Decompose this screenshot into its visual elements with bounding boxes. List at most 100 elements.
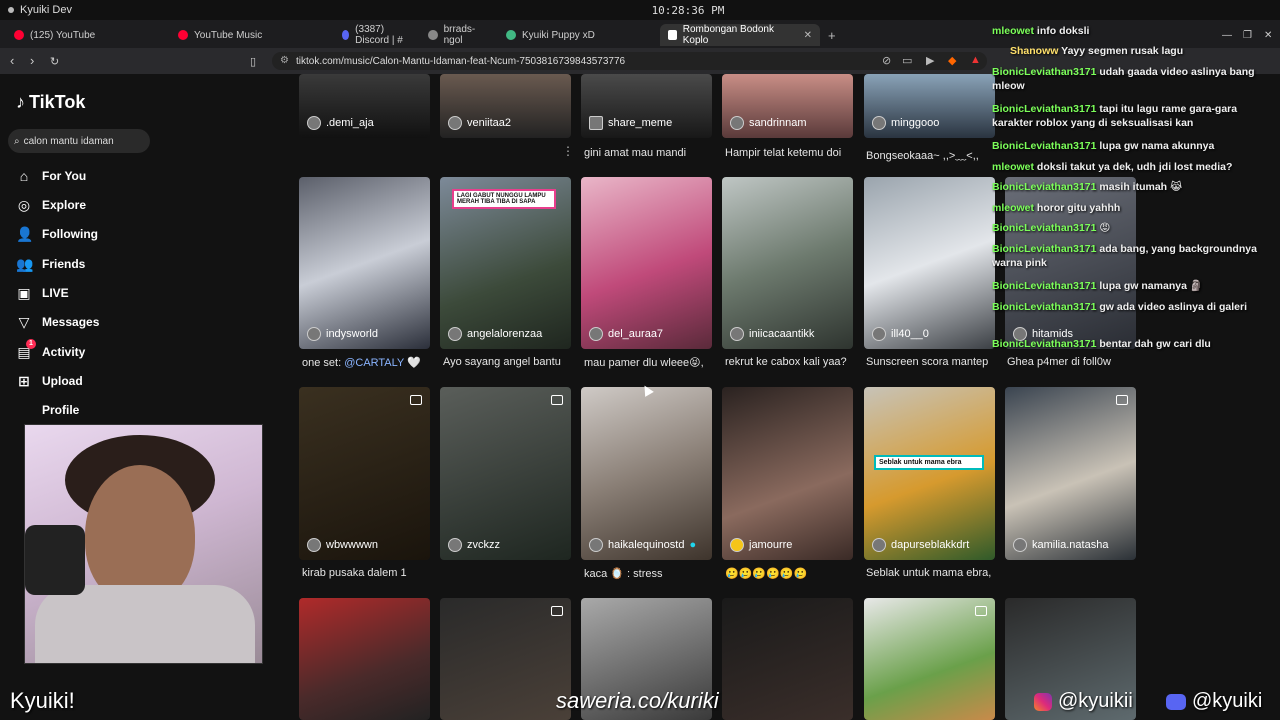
video-card[interactable]: share_meme	[581, 74, 712, 138]
discord-icon	[342, 30, 350, 40]
avatar	[307, 327, 321, 341]
video-card[interactable]: jamourre	[722, 387, 853, 560]
video-user: iniicacaantikk	[730, 327, 814, 341]
video-card[interactable]	[722, 598, 853, 720]
nav-upload[interactable]: ⊞ Upload	[16, 371, 83, 391]
tab-youtube-music[interactable]: YouTube Music	[170, 24, 330, 46]
nav-following[interactable]: 👤 Following	[16, 224, 98, 244]
chat-message: BionicLeviathan3171 ada bang, yang backg…	[992, 243, 1257, 269]
video-user: zvckzz	[448, 538, 500, 552]
video-card[interactable]: iniicacaantikk	[722, 177, 853, 349]
verified-icon: ●	[689, 539, 697, 551]
video-caption: Bongseokaaa~ ,,>﹏<,,	[866, 150, 979, 162]
video-card[interactable]: indysworld	[299, 177, 430, 349]
video-user: veniitaa2	[448, 116, 511, 130]
tab-brrads[interactable]: brrads-ngol	[420, 24, 500, 46]
video-user: minggooo	[872, 116, 939, 130]
chat-message: BionicLeviathan3171 tapi itu lagu rame g…	[992, 103, 1238, 129]
video-card[interactable]: .demi_aja	[299, 74, 430, 138]
mention-link[interactable]: @CARTALY	[344, 357, 404, 369]
nav-friends[interactable]: 👥 Friends	[16, 254, 85, 274]
video-card[interactable]	[299, 598, 430, 720]
video-card[interactable]	[440, 598, 571, 720]
chat-message: BionicLeviathan3171 lupa gw nama akunnya	[992, 140, 1215, 152]
page-icon	[428, 30, 438, 40]
search-value: calon mantu idaman	[23, 135, 114, 147]
chat-message: BionicLeviathan3171 gw ada video aslinya…	[992, 301, 1248, 313]
video-caption: kirab pusaka dalem 1	[302, 567, 407, 579]
tab-label: brrads-ngol	[443, 24, 476, 46]
avatar	[730, 116, 744, 130]
instagram-handle: @kyuikii	[1034, 690, 1133, 713]
video-caption: one set: @CARTALY 🤍	[302, 357, 421, 369]
video-card[interactable]: minggooo	[864, 74, 995, 138]
more-options-icon[interactable]: ⋮	[562, 144, 574, 158]
streamer-name: Kyuiki!	[10, 688, 75, 713]
nav-activity[interactable]: ▤ 1 Activity	[16, 339, 85, 362]
video-user: angelalorenzaa	[448, 327, 542, 341]
video-overlay-text: LAGI GABUT NUNGGU LAMPU MERAH TIBA TIBA …	[452, 189, 556, 209]
tab-label: (3387) Discord | #	[355, 24, 403, 46]
video-card[interactable]: ill40__0	[864, 177, 995, 349]
video-caption: rekrut ke cabox kali yaa?	[725, 356, 847, 368]
video-user: kamilia.natasha	[1013, 538, 1108, 552]
site-info-icon[interactable]: ⚙	[280, 55, 289, 66]
video-caption: mau pamer dlu wleee😝,	[584, 357, 704, 369]
screen-icon[interactable]: ▭	[902, 54, 912, 67]
avatar	[307, 116, 321, 130]
video-card[interactable]: LAGI GABUT NUNGGU LAMPU MERAH TIBA TIBA …	[440, 177, 571, 349]
send-icon[interactable]: ▶	[926, 54, 934, 67]
search-input[interactable]: ⌕ calon mantu idaman	[8, 129, 150, 153]
avatar	[730, 327, 744, 341]
tab-tiktok-active[interactable]: Rombongan Bodonk Koplo ✕	[660, 24, 820, 46]
video-user: sandrinnam	[730, 116, 806, 130]
video-card[interactable]: sandrinnam	[722, 74, 853, 138]
nav-profile[interactable]: Profile	[16, 400, 79, 420]
cast-icon[interactable]: ⊘	[882, 54, 891, 67]
gallery-icon	[551, 606, 563, 616]
address-bar[interactable]: ⚙ tiktok.com/music/Calon-Mantu-Idaman-fe…	[272, 52, 987, 70]
tab-youtube[interactable]: (125) YouTube	[6, 24, 166, 46]
video-card[interactable]: kamilia.natasha	[1005, 387, 1136, 560]
avatar	[589, 538, 603, 552]
video-card[interactable]	[864, 598, 995, 720]
nav-explore[interactable]: ◎ Explore	[16, 195, 86, 215]
chat-message: mleowet horor gitu yahhh	[992, 202, 1121, 214]
video-card[interactable]: haikalequinostd ●	[581, 387, 712, 560]
back-arrow-icon[interactable]: ‹	[10, 53, 14, 68]
tiktok-icon	[668, 30, 677, 40]
brave-shield-icon[interactable]: ◆	[948, 54, 956, 67]
video-caption: 🥲🥲🥲🥲🥲🥲	[725, 568, 808, 580]
video-card[interactable]: veniitaa2	[440, 74, 571, 138]
url-text: tiktok.com/music/Calon-Mantu-Idaman-feat…	[296, 55, 626, 67]
bookmark-icon[interactable]: ▯	[250, 55, 256, 68]
video-card[interactable]: del_auraa7	[581, 177, 712, 349]
nav-messages[interactable]: ▽ Messages	[16, 312, 100, 332]
tab-kyuiki-puppy[interactable]: Kyuiki Puppy xD	[498, 24, 658, 46]
avatar	[872, 538, 886, 552]
reload-icon[interactable]: ↻	[50, 55, 59, 68]
vue-icon	[506, 30, 516, 40]
video-user: haikalequinostd ●	[589, 538, 696, 552]
video-card[interactable]: wbwwwwn	[299, 387, 430, 560]
video-caption: Ayo sayang angel bantu	[443, 356, 561, 368]
webcam-face	[85, 465, 195, 605]
tiktok-note-icon: ♪	[16, 92, 25, 112]
tab-discord[interactable]: (3387) Discord | #	[334, 24, 420, 46]
rewards-icon[interactable]: ▲	[970, 54, 981, 66]
video-card[interactable]: zvckzz	[440, 387, 571, 560]
youtube-icon	[14, 30, 24, 40]
chat-message: BionicLeviathan3171 masih itumah 😹	[992, 181, 1183, 193]
forward-arrow-icon[interactable]: ›	[30, 53, 34, 68]
tiktok-logo[interactable]: ♪ TikTok	[16, 92, 85, 113]
video-card[interactable]: Seblak untuk mama ebra dapurseblakkdrt	[864, 387, 995, 560]
os-top-bar: Kyuiki Dev 10:28:36 PM	[0, 0, 1280, 20]
new-tab-icon[interactable]: +	[828, 28, 836, 43]
gallery-icon	[410, 395, 422, 405]
close-tab-icon[interactable]: ✕	[804, 30, 812, 41]
video-overlay-text: Seblak untuk mama ebra	[874, 455, 984, 470]
nav-live[interactable]: ▣ LIVE	[16, 283, 68, 303]
live-icon: ▣	[17, 284, 31, 301]
nav-for-you[interactable]: ⌂ For You	[16, 166, 86, 186]
video-caption: gini amat mau mandi	[584, 147, 687, 159]
